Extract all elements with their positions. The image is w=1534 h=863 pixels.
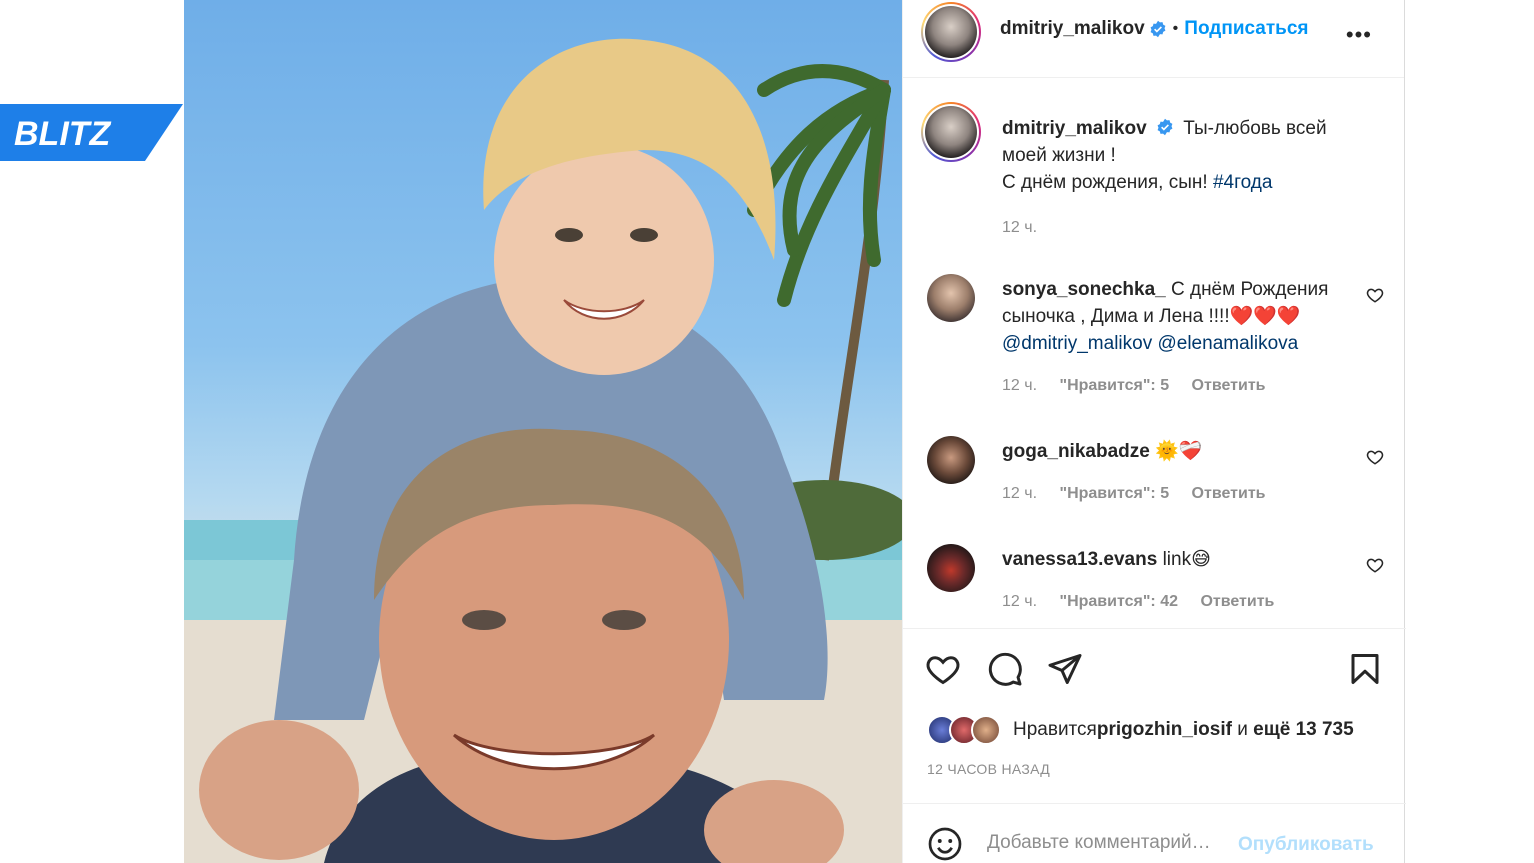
reply-button[interactable]: Ответить [1200,593,1274,610]
caption-text: dmitriy_malikov Ты-любовь всей моей жизн… [1002,115,1352,196]
comment-text: goga_nikabadze 🌞❤️‍🩹 [1002,438,1352,465]
likes-summary: Нравится prigozhin_iosif и ещё 13 735 [927,715,1354,745]
comment-time[interactable]: 12 ч. [1002,377,1037,394]
share-icon[interactable] [1047,651,1083,687]
likes-mid: и [1231,719,1254,740]
comment-text-line1: link [1157,549,1192,570]
comments-list[interactable]: dmitriy_malikov Ты-любовь всей моей жизн… [903,78,1406,628]
caption-line1: Ты-любовь всей [1183,118,1327,139]
comment-text-line1: С днём Рождения [1165,279,1329,300]
post-actions: Нравится prigozhin_iosif и ещё 13 735 12… [903,628,1406,803]
caption-meta: 12 ч. [1002,219,1055,237]
emoji-icon[interactable] [927,826,963,862]
post-photo[interactable] [184,0,902,863]
comment-emoji: 🌞❤️‍🩹 [1155,441,1203,462]
comment-time[interactable]: 12 ч. [1002,485,1037,502]
reply-button[interactable]: Ответить [1192,485,1266,502]
liker-username[interactable]: prigozhin_iosif [1097,719,1232,741]
more-icon[interactable]: ••• [1346,22,1372,48]
comment-like-icon[interactable] [1366,556,1384,574]
post-side-panel: dmitriy_malikov • Подписаться ••• dmitri… [902,0,1406,863]
post-header: dmitriy_malikov • Подписаться ••• [903,0,1404,78]
comment-input[interactable] [987,832,1237,854]
liker-avatars[interactable] [927,715,1001,745]
verified-icon [1150,20,1166,38]
likes-prefix: Нравится [1013,719,1097,740]
caption-time[interactable]: 12 ч. [1002,219,1037,236]
heart-icon[interactable] [925,651,961,687]
commenter-username[interactable]: goga_nikabadze [1002,441,1150,462]
follow-button[interactable]: Подписаться [1184,18,1308,40]
comment-meta: 12 ч. "Нравится": 5 Ответить [1002,377,1283,395]
comment-likes[interactable]: "Нравится": 5 [1059,377,1169,394]
caption-avatar[interactable] [921,102,981,162]
comment-likes[interactable]: "Нравится": 42 [1059,593,1178,610]
author-username[interactable]: dmitriy_malikov [1000,18,1145,40]
hashtag-link[interactable]: #4года [1213,172,1272,193]
commenter-username[interactable]: sonya_sonechka_ [1002,279,1166,300]
heart-emoji: ❤️❤️❤️ [1229,306,1301,327]
separator-dot: • [1172,20,1179,37]
commenter-avatar[interactable] [927,544,975,592]
commenter-username[interactable]: vanessa13.evans [1002,549,1157,570]
posted-time[interactable]: 12 ЧАСОВ НАЗАД [927,761,1050,777]
comment-text-line2: сыночка , Дима и Лена !!!! [1002,306,1230,327]
reply-button[interactable]: Ответить [1192,377,1266,394]
commenter-avatar[interactable] [927,274,975,322]
blitz-watermark: BLITZ [0,104,183,161]
mention-link[interactable]: @dmitriy_malikov [1002,333,1152,354]
mention-link[interactable]: @elenamalikova [1157,333,1298,354]
add-comment-bar: Опубликовать [903,803,1406,863]
comment-meta: 12 ч. "Нравится": 42 Ответить [1002,593,1292,611]
caption-line3: С днём рождения, сын! [1002,172,1213,193]
comment-likes[interactable]: "Нравится": 5 [1059,485,1169,502]
likes-count[interactable]: ещё 13 735 [1253,719,1354,741]
comment-text: vanessa13.evans link😅 [1002,546,1352,573]
comment-icon[interactable] [987,651,1023,687]
comment-meta: 12 ч. "Нравится": 5 Ответить [1002,485,1283,503]
svg-text:BLITZ: BLITZ [14,115,112,153]
verified-icon [1157,118,1173,136]
bookmark-icon[interactable] [1347,651,1383,687]
comment-emoji: 😅 [1191,549,1211,570]
author-avatar[interactable] [921,2,981,62]
comment-time[interactable]: 12 ч. [1002,593,1037,610]
publish-button[interactable]: Опубликовать [1238,834,1374,856]
commenter-avatar[interactable] [927,436,975,484]
caption-username[interactable]: dmitriy_malikov [1002,118,1147,139]
comment-like-icon[interactable] [1366,448,1384,466]
comment-text: sonya_sonechka_ С днём Рождения сыночка … [1002,276,1362,357]
comment-like-icon[interactable] [1366,286,1384,304]
caption-line2: моей жизни ! [1002,145,1116,166]
